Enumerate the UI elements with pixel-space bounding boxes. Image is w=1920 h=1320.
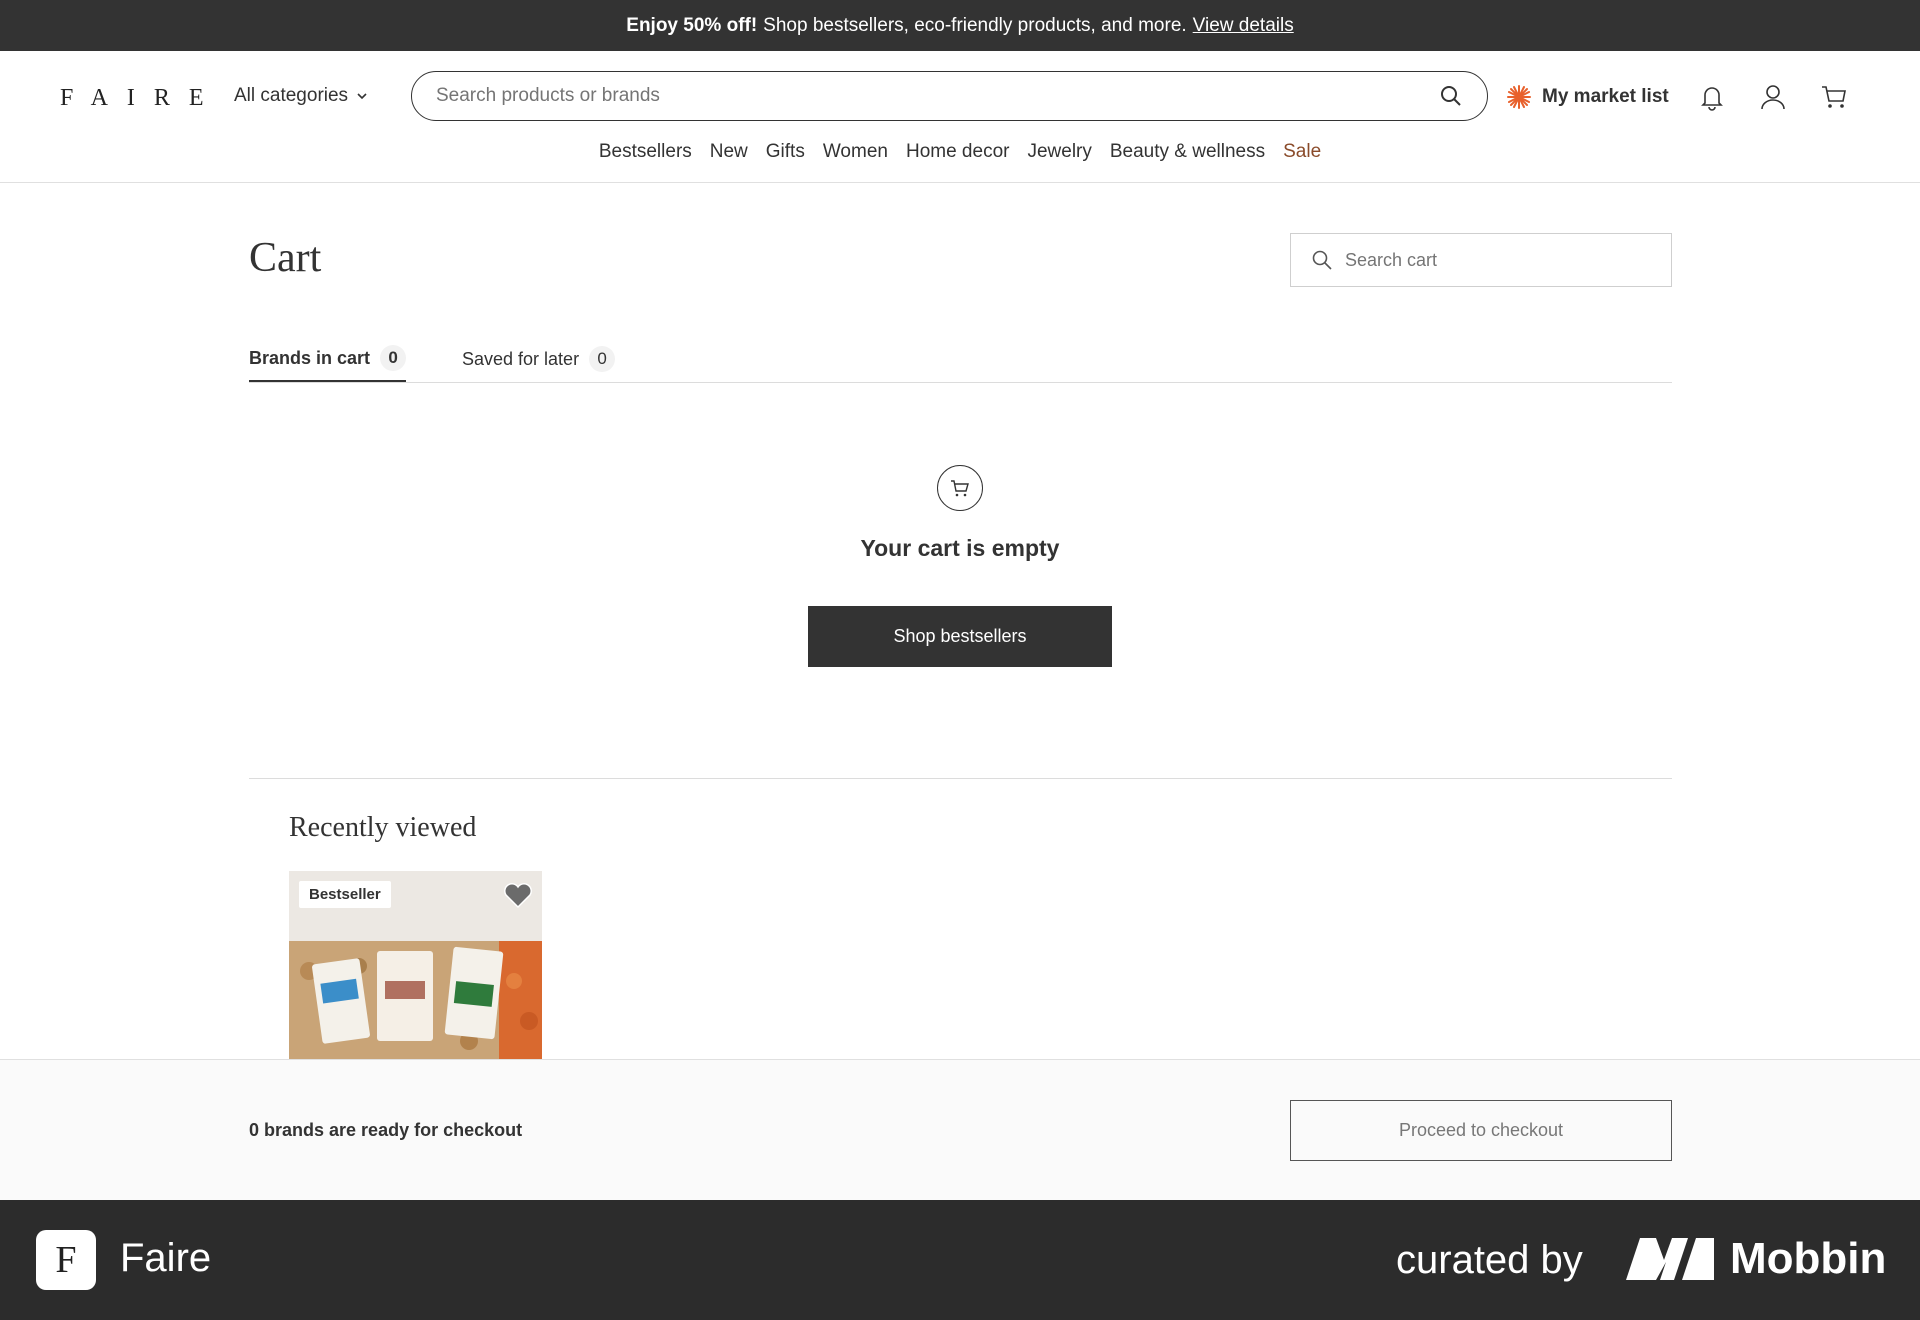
empty-cart-message: Your cart is empty [860,535,1060,561]
heart-icon [504,883,532,909]
chevron-down-icon [357,93,367,100]
favorite-button[interactable] [502,879,534,911]
product-search-bar [411,71,1488,121]
tab-count: 0 [380,345,407,371]
cart-tabs: Brands in cart 0 Saved for later 0 [249,330,1672,383]
recently-viewed-title: Recently viewed [289,812,477,843]
tab-saved-for-later[interactable]: Saved for later 0 [462,336,616,382]
curated-by-text: curated by [1396,1238,1583,1282]
nav-jewelry[interactable]: Jewelry [1027,141,1091,163]
sun-icon [1507,85,1531,109]
app-name: Faire [120,1236,212,1280]
notifications-button[interactable] [1697,82,1727,112]
bell-icon [1701,87,1723,111]
attribution-footer: F Faire curated by Mobbin [0,1200,1920,1320]
recent-product-card[interactable]: Bestseller [289,871,542,1059]
site-header: FAIRE All categories My market list Best… [0,51,1920,183]
market-list-button[interactable]: My market list [1506,84,1669,110]
mobbin-brand: Mobbin [1730,1234,1887,1283]
search-input[interactable] [436,85,1439,107]
cart-icon [1822,86,1846,108]
nav-bestsellers[interactable]: Bestsellers [599,141,692,163]
all-categories-dropdown[interactable]: All categories [234,85,368,107]
cart-search-bar [1290,233,1672,287]
all-categories-label: All categories [234,85,349,106]
nav-beauty-wellness[interactable]: Beauty & wellness [1110,141,1265,163]
user-icon [1761,85,1785,110]
search-icon[interactable] [1439,84,1463,108]
view-details-link[interactable]: View details [1193,15,1294,37]
promo-text: Shop bestsellers, eco-friendly products,… [763,14,1187,36]
promo-banner: Enjoy 50% off! Shop bestsellers, eco-fri… [0,0,1920,51]
search-icon [1312,250,1332,270]
tab-brands-in-cart[interactable]: Brands in cart 0 [249,336,407,382]
proceed-to-checkout-button[interactable]: Proceed to checkout [1290,1100,1672,1161]
mobbin-logo-icon [1626,1238,1714,1280]
market-list-label: My market list [1542,86,1669,107]
page-title: Cart [249,235,322,281]
shop-bestsellers-button[interactable]: Shop bestsellers [808,606,1112,667]
empty-cart-icon-circle [937,465,983,511]
account-button[interactable] [1758,82,1788,112]
nav-gifts[interactable]: Gifts [766,141,805,163]
tab-count: 0 [589,346,616,372]
promo-bold: Enjoy 50% off! [626,14,758,36]
section-divider [249,778,1672,779]
bestseller-badge: Bestseller [299,881,391,908]
checkout-bar: 0 brands are ready for checkout Proceed … [0,1059,1920,1200]
cart-button[interactable] [1819,82,1849,112]
tab-label: Brands in cart [249,347,371,368]
nav-women[interactable]: Women [823,141,888,163]
nav-new[interactable]: New [710,141,748,163]
category-nav: Bestsellers New Gifts Women Home decor J… [0,141,1920,163]
tab-label: Saved for later [462,348,580,369]
nav-home-decor[interactable]: Home decor [906,141,1010,163]
app-icon: F [36,1230,96,1290]
ready-for-checkout-text: 0 brands are ready for checkout [249,1120,523,1140]
faire-logo[interactable]: FAIRE [60,85,223,112]
cart-search-input[interactable] [1345,249,1651,271]
cart-icon [951,480,969,497]
nav-sale[interactable]: Sale [1283,141,1321,163]
